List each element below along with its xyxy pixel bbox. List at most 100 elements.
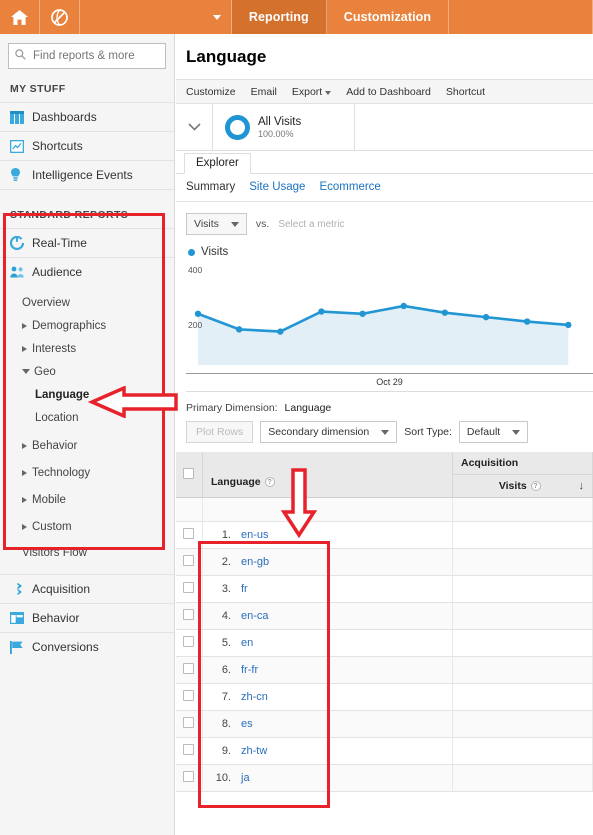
tab-customization[interactable]: Customization <box>327 0 450 34</box>
row-select-cell[interactable] <box>176 575 203 603</box>
language-cell: 9. zh-tw <box>202 737 453 765</box>
sidebar-item-technology[interactable]: Technology <box>0 461 174 484</box>
row-checkbox[interactable] <box>183 582 194 593</box>
sidebar-item-overview[interactable]: Overview <box>0 291 174 314</box>
subtab-ecommerce[interactable]: Ecommerce <box>319 181 380 193</box>
account-selector[interactable] <box>80 0 232 34</box>
home-icon[interactable] <box>0 0 40 34</box>
select-all-header[interactable] <box>176 452 203 498</box>
sidebar-item-conversions[interactable]: Conversions <box>0 632 174 661</box>
table-row: 8. es <box>176 710 593 738</box>
sidebar-item-custom[interactable]: Custom <box>0 515 174 538</box>
sidebar-item-behavior-sub[interactable]: Behavior <box>0 434 174 457</box>
sidebar-item-shortcuts[interactable]: Shortcuts <box>0 131 174 160</box>
sidebar-item-behavior[interactable]: Behavior <box>0 603 174 632</box>
chart-data-point[interactable] <box>441 309 449 316</box>
sort-type-label: Sort Type: <box>404 426 452 438</box>
sidebar-item-demographics[interactable]: Demographics <box>0 314 174 337</box>
row-checkbox[interactable] <box>183 717 194 728</box>
chart-data-point[interactable] <box>359 310 366 317</box>
chart-data-point[interactable] <box>235 326 243 333</box>
row-checkbox[interactable] <box>183 636 194 647</box>
help-icon[interactable]: ? <box>264 477 275 488</box>
row-checkbox[interactable] <box>183 690 194 701</box>
row-checkbox[interactable] <box>183 663 194 674</box>
tab-reporting[interactable]: Reporting <box>231 0 327 34</box>
segment-add-slot[interactable] <box>355 104 593 150</box>
email-button[interactable]: Email <box>251 86 277 98</box>
select-all-checkbox[interactable] <box>183 467 194 479</box>
chart-data-point[interactable] <box>277 328 284 335</box>
metric-select[interactable]: Visits <box>186 213 247 235</box>
visits-column-header[interactable]: Visits? ↓ <box>452 474 593 498</box>
search-input[interactable] <box>31 49 159 63</box>
row-select-cell[interactable] <box>176 629 203 657</box>
chart-data-point[interactable] <box>318 308 325 315</box>
row-select-cell[interactable] <box>176 683 203 711</box>
tab-explorer[interactable]: Explorer <box>184 153 251 174</box>
dimension-column-header[interactable]: Language? <box>202 452 453 498</box>
sidebar-item-mobile[interactable]: Mobile <box>0 488 174 511</box>
sidebar-item-geo[interactable]: Geo <box>0 360 174 383</box>
language-link[interactable]: es <box>241 718 253 730</box>
topbar-right-filler <box>449 0 593 34</box>
search-box[interactable] <box>8 43 166 69</box>
primary-dimension-value[interactable]: Language <box>285 402 332 414</box>
row-select-cell[interactable] <box>176 764 203 792</box>
subtab-site-usage[interactable]: Site Usage <box>249 181 305 193</box>
language-link[interactable]: en-us <box>241 529 269 541</box>
sidebar-item-audience[interactable]: Audience <box>0 257 174 286</box>
language-link[interactable]: en <box>241 637 253 649</box>
shortcut-icon <box>10 139 32 153</box>
sort-type-dropdown[interactable]: Default <box>458 421 529 443</box>
row-select-cell[interactable] <box>176 656 203 684</box>
segment-expand-toggle[interactable] <box>176 104 213 150</box>
chart-data-point[interactable] <box>523 318 531 325</box>
row-select-cell[interactable] <box>176 602 203 630</box>
row-select-cell[interactable] <box>176 710 203 738</box>
sidebar-item-interests[interactable]: Interests <box>0 337 174 360</box>
sidebar-item-location[interactable]: Location <box>0 406 174 429</box>
primary-dimension-row: Primary Dimension: Language <box>176 392 593 421</box>
analytics-globe-icon[interactable] <box>40 0 80 34</box>
sidebar-item-language[interactable]: Language <box>0 383 174 406</box>
sidebar-item-label: Location <box>35 411 79 424</box>
language-link[interactable]: en-ca <box>241 610 269 622</box>
row-select-cell[interactable] <box>176 548 203 576</box>
row-select-cell[interactable] <box>176 737 203 765</box>
chart-data-point[interactable] <box>400 302 407 310</box>
export-button[interactable]: Export <box>292 86 332 98</box>
subtab-summary[interactable]: Summary <box>186 181 235 193</box>
row-checkbox[interactable] <box>183 744 194 755</box>
customize-button[interactable]: Customize <box>186 86 236 98</box>
row-checkbox[interactable] <box>183 528 194 539</box>
language-link[interactable]: en-gb <box>241 556 269 568</box>
chart-data-point[interactable] <box>194 310 202 317</box>
language-link[interactable]: ja <box>241 772 250 784</box>
visits-cell <box>452 602 593 630</box>
language-link[interactable]: zh-cn <box>241 691 268 703</box>
shortcut-button[interactable]: Shortcut <box>446 86 485 98</box>
sidebar-item-label: Audience <box>32 265 83 279</box>
row-checkbox[interactable] <box>183 555 194 566</box>
plot-rows-button[interactable]: Plot Rows <box>186 421 254 443</box>
row-select-cell[interactable] <box>176 521 203 549</box>
sidebar-item-dashboards[interactable]: Dashboards <box>0 102 174 131</box>
language-link[interactable]: zh-tw <box>241 745 267 757</box>
help-icon[interactable]: ? <box>530 481 541 492</box>
select-a-metric-link[interactable]: Select a metric <box>278 219 344 230</box>
chart-data-point[interactable] <box>565 321 572 329</box>
sort-descending-icon[interactable]: ↓ <box>579 480 585 492</box>
row-checkbox[interactable] <box>183 771 194 782</box>
sidebar-item-visitors-flow[interactable]: Visitors Flow <box>0 541 174 564</box>
add-to-dashboard-button[interactable]: Add to Dashboard <box>346 86 431 98</box>
sidebar-item-real-time[interactable]: Real-Time <box>0 228 174 257</box>
language-link[interactable]: fr <box>241 583 248 595</box>
language-link[interactable]: fr-fr <box>241 664 258 676</box>
secondary-dimension-dropdown[interactable]: Secondary dimension <box>260 421 398 443</box>
chart-data-point[interactable] <box>482 313 490 321</box>
sidebar-item-acquisition[interactable]: Acquisition <box>0 574 174 603</box>
row-checkbox[interactable] <box>183 609 194 620</box>
segment-all-visits[interactable]: All Visits 100.00% <box>213 104 355 150</box>
sidebar-item-intelligence-events[interactable]: Intelligence Events <box>0 160 174 189</box>
